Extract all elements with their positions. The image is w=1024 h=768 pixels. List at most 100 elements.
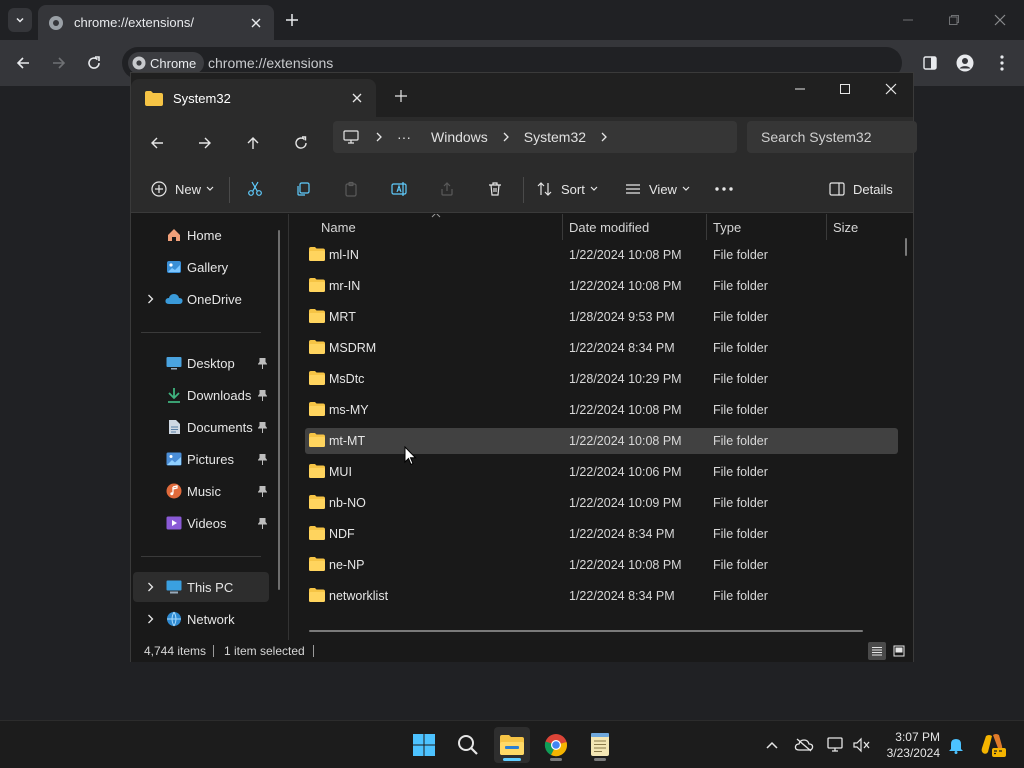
cut-button[interactable]	[247, 175, 263, 203]
start-button[interactable]	[406, 727, 442, 763]
paste-button[interactable]	[343, 175, 359, 203]
file-list-vertical-scrollbar[interactable]	[905, 238, 907, 256]
column-header-name[interactable]: Name	[313, 214, 563, 240]
sidebar-item-gallery[interactable]: Gallery	[133, 252, 269, 282]
file-row[interactable]: ms-MY 1/22/2024 10:08 PM File folder	[305, 397, 898, 423]
chevron-right-icon[interactable]	[502, 132, 510, 142]
share-button[interactable]	[439, 175, 455, 203]
breadcrumb-more[interactable]: ···	[397, 129, 411, 145]
chrome-close-button[interactable]	[990, 10, 1010, 30]
sort-button[interactable]: Sort	[537, 175, 598, 203]
sidebar-item-this-pc[interactable]: This PC	[133, 572, 269, 602]
chevron-right-icon[interactable]	[600, 132, 608, 142]
file-row[interactable]: MSDRM 1/22/2024 8:34 PM File folder	[305, 335, 898, 361]
new-tab-button[interactable]	[282, 10, 302, 30]
copy-button[interactable]	[295, 175, 311, 203]
explorer-tab-system32[interactable]: System32	[131, 79, 376, 117]
omnibox-url: chrome://extensions	[208, 55, 334, 71]
file-row[interactable]: mt-MT 1/22/2024 10:08 PM File folder	[305, 428, 898, 454]
tiles-view-button[interactable]	[890, 642, 908, 660]
file-list-horizontal-scrollbar[interactable]	[309, 630, 863, 632]
view-button[interactable]: View	[625, 175, 690, 203]
copilot-button[interactable]	[980, 732, 1006, 758]
taskbar-search-button[interactable]	[450, 727, 486, 763]
explorer-back-button[interactable]	[145, 131, 169, 155]
chrome-menu-button[interactable]	[991, 52, 1013, 74]
system-clock[interactable]: 3:07 PM 3/23/2024	[856, 729, 940, 761]
sidebar-item-desktop[interactable]: Desktop	[133, 348, 269, 378]
close-tab-icon[interactable]	[352, 93, 362, 103]
breadcrumb-windows[interactable]: Windows	[431, 129, 488, 145]
column-header-size[interactable]: Size	[825, 214, 905, 240]
chevron-right-icon[interactable]	[145, 614, 155, 624]
file-row[interactable]: ml-IN 1/22/2024 10:08 PM File folder	[305, 242, 898, 268]
explorer-forward-button[interactable]	[193, 131, 217, 155]
chevron-right-icon[interactable]	[145, 582, 155, 592]
taskbar-file-explorer[interactable]	[494, 727, 530, 763]
chrome-minimize-button[interactable]	[898, 10, 918, 30]
file-row[interactable]: MUI 1/22/2024 10:06 PM File folder	[305, 459, 898, 485]
explorer-new-tab-button[interactable]	[391, 86, 411, 106]
rename-button[interactable]	[391, 175, 409, 203]
chrome-restore-button[interactable]	[944, 10, 964, 30]
search-input[interactable]: Search System32	[747, 121, 917, 153]
sidebar-item-home[interactable]: Home	[133, 220, 269, 250]
sidebar-item-pictures[interactable]: Pictures	[133, 444, 269, 474]
column-header-date-modified[interactable]: Date modified	[561, 214, 705, 240]
chevron-right-icon[interactable]	[375, 132, 383, 142]
file-date-modified: 1/22/2024 10:08 PM	[569, 279, 682, 293]
file-name: ml-IN	[329, 248, 359, 262]
delete-button[interactable]	[487, 175, 503, 203]
back-button[interactable]	[12, 52, 34, 74]
sidebar-item-downloads[interactable]: Downloads	[133, 380, 269, 410]
file-row[interactable]: MRT 1/28/2024 9:53 PM File folder	[305, 304, 898, 330]
chrome-tab-extensions[interactable]: chrome://extensions/	[38, 5, 274, 40]
file-row[interactable]: nb-NO 1/22/2024 10:09 PM File folder	[305, 490, 898, 516]
sidebar-item-onedrive[interactable]: OneDrive	[133, 284, 269, 314]
details-pane-button[interactable]: Details	[829, 175, 893, 203]
omnibox-site-chip[interactable]: Chrome	[128, 52, 205, 74]
onedrive-tray-button[interactable]	[794, 735, 814, 755]
sidebar-item-documents[interactable]: Documents	[133, 412, 269, 442]
profile-button[interactable]	[954, 52, 976, 74]
arrow-up-icon	[247, 137, 259, 149]
folder-icon	[145, 90, 163, 106]
taskbar-notepad[interactable]	[582, 727, 618, 763]
forward-button[interactable]	[48, 52, 70, 74]
file-row[interactable]: MsDtc 1/28/2024 10:29 PM File folder	[305, 366, 898, 392]
sidebar-item-videos[interactable]: Videos	[133, 508, 269, 538]
explorer-close-button[interactable]	[876, 77, 906, 101]
file-row[interactable]: ne-NP 1/22/2024 10:08 PM File folder	[305, 552, 898, 578]
details-view-button[interactable]	[868, 642, 886, 660]
status-item-count: 4,744 items	[144, 644, 207, 658]
new-button[interactable]: New	[151, 175, 214, 203]
more-options-button[interactable]	[715, 175, 733, 203]
side-panel-button[interactable]	[919, 52, 941, 74]
explorer-minimize-button[interactable]	[785, 77, 815, 101]
explorer-up-button[interactable]	[241, 131, 265, 155]
tab-search-button[interactable]	[8, 8, 32, 32]
network-tray-button[interactable]	[826, 735, 846, 755]
file-type: File folder	[713, 465, 768, 479]
file-type: File folder	[713, 310, 768, 324]
reload-button[interactable]	[83, 52, 105, 74]
breadcrumb-system32[interactable]: System32	[524, 129, 586, 145]
explorer-maximize-button[interactable]	[830, 77, 860, 101]
sidebar-item-music[interactable]: Music	[133, 476, 269, 506]
notifications-button[interactable]	[946, 735, 966, 755]
sidebar-scrollbar[interactable]	[278, 230, 280, 590]
file-row[interactable]: networklist 1/22/2024 8:34 PM File folder	[305, 583, 898, 609]
chevron-right-icon[interactable]	[145, 294, 155, 304]
close-tab-icon[interactable]	[248, 15, 264, 31]
file-name: NDF	[329, 527, 355, 541]
file-type: File folder	[713, 589, 768, 603]
column-header-type[interactable]: Type	[705, 214, 825, 240]
taskbar-chrome[interactable]	[538, 727, 574, 763]
address-bar[interactable]: ··· Windows System32	[333, 121, 737, 153]
file-row[interactable]: mr-IN 1/22/2024 10:08 PM File folder	[305, 273, 898, 299]
file-date-modified: 1/22/2024 10:08 PM	[569, 434, 682, 448]
explorer-refresh-button[interactable]	[289, 131, 313, 155]
file-row[interactable]: NDF 1/22/2024 8:34 PM File folder	[305, 521, 898, 547]
sidebar-item-network[interactable]: Network	[133, 604, 269, 634]
show-hidden-icons-button[interactable]	[762, 735, 782, 755]
